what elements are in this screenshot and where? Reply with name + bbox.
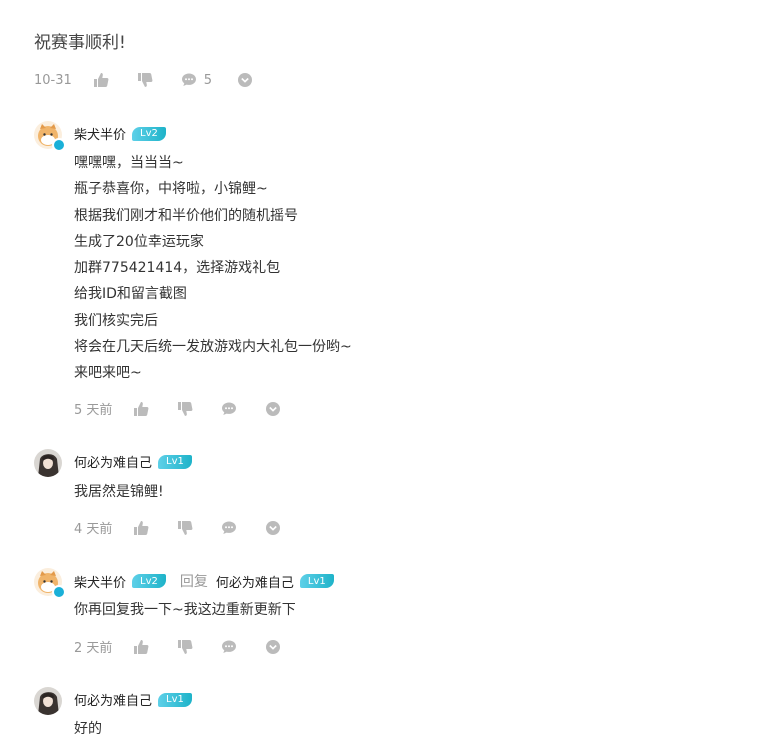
thumbs-down-icon (178, 401, 193, 416)
more-icon (266, 520, 281, 535)
portrait-avatar-icon (34, 687, 62, 715)
portrait-avatar-icon (34, 449, 62, 477)
thumbs-up-icon (134, 401, 149, 416)
reply-line: 加群775421414，选择游戏礼包 (74, 260, 281, 277)
reply-time: 5 天前 (74, 403, 113, 418)
user-line: 柴犬半价 Lv2 (74, 124, 166, 143)
comment-time: 10-31 (34, 72, 72, 88)
verified-badge (52, 585, 66, 599)
more-button[interactable] (264, 400, 282, 418)
avatar[interactable] (34, 687, 62, 715)
reply-line: 嘿嘿嘿，当当当~ (74, 155, 184, 171)
reply-button[interactable] (220, 638, 238, 656)
reply-actions: 5 天前 (74, 399, 308, 418)
level-badge: Lv2 (132, 574, 166, 588)
username[interactable]: 柴犬半价 (74, 124, 126, 143)
reply-actions: 2 天前 (74, 637, 308, 656)
reply-actions: 4 天前 (74, 518, 308, 537)
reply-line: 你再回复我一下~我这边重新更新下 (74, 602, 296, 618)
reply-word: 回复 (179, 574, 208, 590)
verified-badge (52, 138, 66, 152)
reply-target-username[interactable]: 何必为难自己 (216, 572, 294, 591)
reply-line: 根据我们刚才和半价他们的随机摇号 (74, 207, 298, 224)
reply-button[interactable] (180, 71, 198, 89)
reply-button[interactable] (220, 519, 238, 537)
more-button[interactable] (264, 638, 282, 656)
comment-icon (222, 402, 237, 415)
thumbs-up-icon (134, 639, 149, 654)
user-line: 柴犬半价 Lv2 回复 何必为难自己 Lv1 (74, 571, 334, 591)
thumbs-up-icon (93, 73, 109, 87)
reply-line: 我居然是锦鲤! (74, 484, 164, 500)
reply-body: 我居然是锦鲤! (74, 479, 164, 505)
reply-line: 将会在几天后统一发放游戏内大礼包一份哟~ (74, 339, 352, 356)
reply-line: 生成了20位幸运玩家 (74, 233, 204, 250)
reply-body: 你再回复我一下~我这边重新更新下 (74, 597, 296, 623)
more-icon (266, 639, 281, 654)
thumbs-up-icon (134, 520, 149, 535)
reply-line: 我们核实完后 (74, 312, 158, 329)
reply-line: 好的 (74, 721, 102, 737)
thumbs-down-icon (137, 73, 153, 87)
dislike-button[interactable] (176, 638, 194, 656)
dislike-button[interactable] (176, 519, 194, 537)
reply-time: 2 天前 (74, 641, 113, 656)
reply-line: 来吧来吧~ (74, 365, 142, 382)
more-icon (238, 73, 253, 87)
thumbs-down-icon (178, 639, 193, 654)
reply-count: 5 (203, 72, 213, 88)
level-badge: Lv1 (158, 454, 192, 469)
comment-icon (222, 640, 237, 653)
reply-time: 4 天前 (74, 522, 113, 537)
avatar[interactable] (34, 449, 62, 477)
more-button[interactable] (264, 519, 282, 537)
comment-icon (222, 521, 237, 534)
comment-icon (181, 73, 196, 86)
reply-line: 瓶子恭喜你，中将啦，小锦鲤~ (74, 181, 268, 198)
dislike-button[interactable] (136, 71, 154, 89)
dislike-button[interactable] (176, 400, 194, 418)
like-button[interactable] (132, 638, 150, 656)
level-badge: Lv2 (132, 126, 166, 141)
like-button[interactable] (132, 400, 150, 418)
like-button[interactable] (92, 71, 110, 89)
comment-actions: 10-31 5 (34, 71, 280, 89)
reply-button[interactable] (220, 400, 238, 418)
level-badge: Lv1 (158, 692, 192, 707)
username[interactable]: 何必为难自己 (74, 452, 152, 471)
reply-line: 给我ID和留言截图 (74, 286, 187, 303)
username[interactable]: 柴犬半价 (74, 572, 126, 591)
reply-body: 好的 (74, 716, 102, 742)
reply-body: 嘿嘿嘿，当当当~ 瓶子恭喜你，中将啦，小锦鲤~ 根据我们刚才和半价他们的随机摇号… (74, 150, 352, 387)
like-button[interactable] (132, 519, 150, 537)
thumbs-down-icon (178, 520, 193, 535)
level-badge: Lv1 (299, 574, 334, 588)
username[interactable]: 何必为难自己 (74, 690, 152, 709)
comment-text: 祝赛事顺利! (34, 33, 126, 53)
more-icon (266, 401, 281, 416)
user-line: 何必为难自己 Lv1 (74, 690, 192, 709)
more-button[interactable] (236, 71, 254, 89)
user-line: 何必为难自己 Lv1 (74, 452, 192, 471)
